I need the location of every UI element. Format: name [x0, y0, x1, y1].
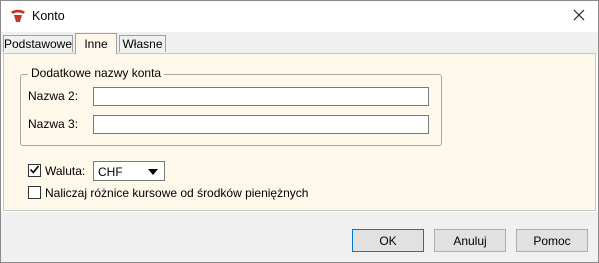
- tab-strip: Podstawowe Inne Własne: [1, 32, 598, 54]
- fx-diff-label: Naliczaj różnice kursowe od środków pien…: [45, 186, 309, 200]
- app-logo-icon: [10, 9, 26, 23]
- tab-content-inne: Dodatkowe nazwy konta Nazwa 2: Nazwa 3: …: [3, 53, 596, 211]
- window-title: Konto: [32, 9, 65, 23]
- additional-names-group: Dodatkowe nazwy konta Nazwa 2: Nazwa 3:: [20, 66, 442, 146]
- name3-label: Nazwa 3:: [28, 117, 79, 131]
- chevron-down-icon: [148, 169, 158, 175]
- dialog-window: Konto Podstawowe Inne Własne Dodatkowe n…: [0, 0, 599, 263]
- group-legend: Dodatkowe nazwy konta: [28, 66, 165, 80]
- button-bar: OK Anuluj Pomoc: [1, 212, 598, 262]
- close-button[interactable]: [560, 1, 598, 32]
- help-button[interactable]: Pomoc: [516, 229, 588, 252]
- currency-checkbox[interactable]: [28, 164, 41, 177]
- tab-inne[interactable]: Inne: [75, 33, 117, 54]
- cancel-button[interactable]: Anuluj: [434, 229, 506, 252]
- name2-input[interactable]: [93, 87, 429, 106]
- title-bar[interactable]: Konto: [1, 1, 598, 32]
- tab-wlasne[interactable]: Własne: [119, 35, 166, 52]
- name2-label: Nazwa 2:: [28, 89, 79, 103]
- currency-label: Waluta:: [45, 164, 86, 178]
- currency-select[interactable]: CHF: [93, 161, 165, 181]
- ok-button[interactable]: OK: [352, 229, 424, 252]
- name3-input[interactable]: [93, 115, 429, 134]
- fx-diff-checkbox[interactable]: [28, 186, 41, 199]
- checkmark-icon: [29, 164, 40, 178]
- tab-podstawowe[interactable]: Podstawowe: [3, 35, 73, 52]
- currency-value: CHF: [98, 165, 123, 179]
- close-icon: [573, 9, 585, 24]
